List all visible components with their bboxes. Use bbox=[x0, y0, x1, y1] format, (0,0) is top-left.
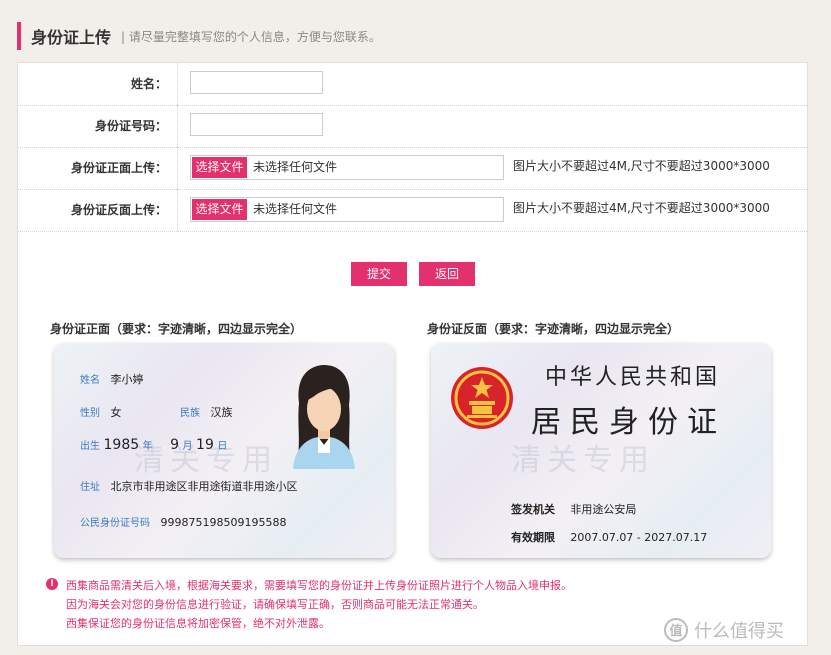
front-file-status: 未选择任何文件 bbox=[253, 160, 338, 174]
front-upload-hint: 图片大小不要超过4M,尺寸不要超过3000*3000 bbox=[513, 159, 770, 173]
gender-value: 女 bbox=[110, 406, 122, 419]
day-unit: 日 bbox=[217, 441, 228, 452]
validity-value: 2007.07.07 - 2027.07.17 bbox=[570, 531, 708, 544]
id-number-row: 身份证号码： bbox=[18, 105, 807, 148]
name-label: 姓名： bbox=[18, 63, 178, 105]
ethnic-value: 汉族 bbox=[210, 406, 233, 419]
notice-line-2: 因为海关会对您的身份信息进行验证，请确保填写正确，否则商品可能无法正常通关。 bbox=[66, 598, 484, 611]
back-watermark: 清关专用 bbox=[511, 443, 655, 478]
name-key: 姓名 bbox=[80, 375, 100, 386]
authority-value: 非用途公安局 bbox=[570, 503, 637, 516]
back-sample-title: 身份证反面（要求：字迹清晰，四边显示完全） bbox=[427, 322, 680, 336]
month-unit: 月 bbox=[182, 441, 193, 452]
country-name: 中华人民共和国 bbox=[545, 365, 721, 390]
id-number-key: 公民身份证号码 bbox=[80, 518, 150, 529]
front-upload-row: 身份证正面上传： 选择文件 未选择任何文件 图片大小不要超过4M,尺寸不要超过3… bbox=[18, 147, 807, 190]
front-file-input[interactable]: 选择文件 未选择任何文件 bbox=[190, 155, 504, 180]
validity-key: 有效期限 bbox=[511, 531, 555, 544]
address-key: 住址 bbox=[80, 482, 100, 493]
back-file-input[interactable]: 选择文件 未选择任何文件 bbox=[190, 197, 504, 222]
notice-line-3: 西集保证您的身份证信息将加密保管，绝不对外泄露。 bbox=[66, 617, 330, 630]
gender-key: 性别 bbox=[80, 408, 100, 419]
authority-key: 签发机关 bbox=[511, 503, 555, 516]
back-upload-label: 身份证反面上传： bbox=[18, 189, 178, 231]
birth-day: 19 bbox=[196, 437, 214, 453]
back-upload-row: 身份证反面上传： 选择文件 未选择任何文件 图片大小不要超过4M,尺寸不要超过3… bbox=[18, 189, 807, 232]
name-value: 李小婷 bbox=[110, 373, 144, 386]
birth-key: 出生 bbox=[80, 441, 100, 452]
year-unit: 年 bbox=[142, 441, 153, 452]
name-row: 姓名： bbox=[18, 63, 807, 106]
id-number-value: 999875198509195588 bbox=[160, 516, 287, 529]
back-upload-hint: 图片大小不要超过4M,尺寸不要超过3000*3000 bbox=[513, 201, 770, 215]
birth-year: 1985 bbox=[103, 437, 140, 453]
front-upload-label: 身份证正面上传： bbox=[18, 147, 178, 189]
id-card-back-sample: 清关专用 中华人民共和国 居民身份证 签发机关 非用途公安局 有效期限 2007… bbox=[431, 343, 771, 558]
section-header: 身份证上传 | 请尽量完整填写您的个人信息，方便与您联系。 bbox=[17, 22, 381, 50]
form-panel: 姓名： 身份证号码： 身份证正面上传： 选择文件 未选择任何文件 图片大小不要超… bbox=[17, 62, 808, 646]
front-sample-title: 身份证正面（要求：字迹清晰，四边显示完全） bbox=[50, 322, 303, 336]
back-button[interactable]: 返回 bbox=[419, 262, 475, 286]
page-subtitle: | 请尽量完整填写您的个人信息，方便与您联系。 bbox=[121, 29, 381, 44]
id-number-label: 身份证号码： bbox=[18, 105, 178, 147]
brand-text: 什么值得买 bbox=[694, 621, 784, 642]
back-choose-file-button[interactable]: 选择文件 bbox=[192, 199, 247, 220]
info-icon: ! bbox=[46, 578, 58, 590]
site-watermark: 值 什么值得买 bbox=[664, 615, 784, 645]
portrait-icon bbox=[293, 365, 355, 469]
card-name: 居民身份证 bbox=[531, 405, 726, 440]
brand-logo-icon: 值 bbox=[664, 618, 688, 642]
id-number-input[interactable] bbox=[190, 113, 323, 136]
notice-line-1: 西集商品需清关后入境，根据海关要求，需要填写您的身份证并上传身份证照片进行个人物… bbox=[66, 579, 572, 592]
birth-month: 9 bbox=[170, 437, 180, 453]
page-title: 身份证上传 bbox=[31, 28, 112, 47]
address-value: 北京市非用途区非用途街道非用途小区 bbox=[110, 480, 298, 493]
back-file-status: 未选择任何文件 bbox=[253, 202, 338, 216]
submit-button[interactable]: 提交 bbox=[351, 262, 407, 286]
name-input[interactable] bbox=[190, 71, 323, 94]
accent-bar bbox=[17, 22, 21, 50]
front-choose-file-button[interactable]: 选择文件 bbox=[192, 157, 247, 178]
id-card-front-sample: 清关专用 姓名 李小婷 性别 女 民族 汉族 出生 1985 年 9 月 19 … bbox=[54, 343, 394, 558]
national-emblem-icon bbox=[451, 367, 513, 429]
ethnic-key: 民族 bbox=[180, 408, 200, 419]
